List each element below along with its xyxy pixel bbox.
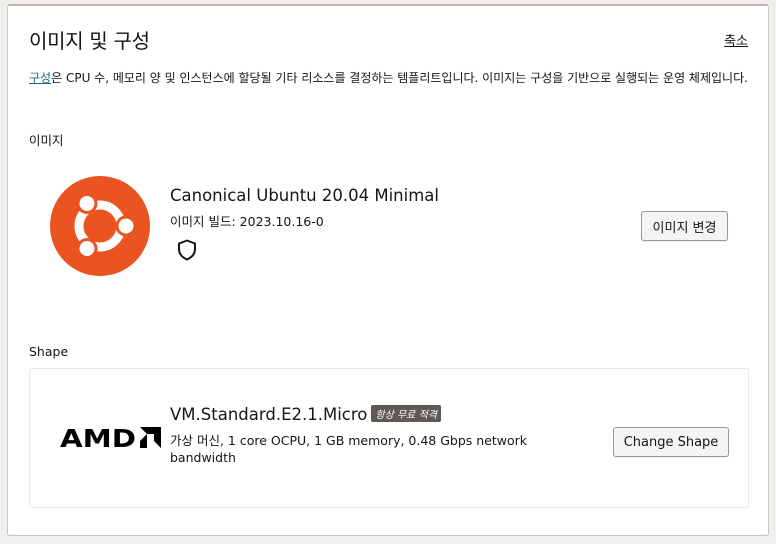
collapse-link[interactable]: 축소 <box>724 30 748 49</box>
amd-logo-icon: AMD <box>60 425 161 451</box>
image-and-shape-panel: 이미지 및 구성 축소 구성은 CPU 수, 메모리 양 및 인스턴스에 할당될… <box>7 4 769 536</box>
ubuntu-logo-icon <box>50 176 150 276</box>
image-section-label: 이미지 <box>29 133 64 148</box>
shape-name: VM.Standard.E2.1.Micro 항상 무료 적격 <box>170 405 441 424</box>
shape-help-link[interactable]: 구성 <box>29 71 51 85</box>
vendor-logo-text: AMD <box>60 425 136 451</box>
shape-name-text: VM.Standard.E2.1.Micro <box>170 405 368 424</box>
image-name: Canonical Ubuntu 20.04 Minimal <box>170 186 439 205</box>
description-text: 은 CPU 수, 메모리 양 및 인스턴스에 할당될 기타 리소스를 결정하는 … <box>51 71 748 85</box>
shape-description: 가상 머신, 1 core OCPU, 1 GB memory, 0.48 Gb… <box>170 433 528 465</box>
section-title: 이미지 및 구성 <box>29 29 150 53</box>
shape-card: AMD VM.Standard.E2.1.Micro 항상 무료 적격 가상 머신… <box>29 368 749 508</box>
always-free-badge: 항상 무료 적격 <box>371 405 441 422</box>
shield-icon <box>178 239 196 261</box>
image-build: 이미지 빌드: 2023.10.16-0 <box>170 214 324 229</box>
section-description: 구성은 CPU 수, 메모리 양 및 인스턴스에 할당될 기타 리소스를 결정하… <box>29 69 749 87</box>
change-image-button[interactable]: 이미지 변경 <box>641 211 728 241</box>
change-shape-button[interactable]: Change Shape <box>613 427 729 457</box>
shape-section-label: Shape <box>29 344 69 359</box>
